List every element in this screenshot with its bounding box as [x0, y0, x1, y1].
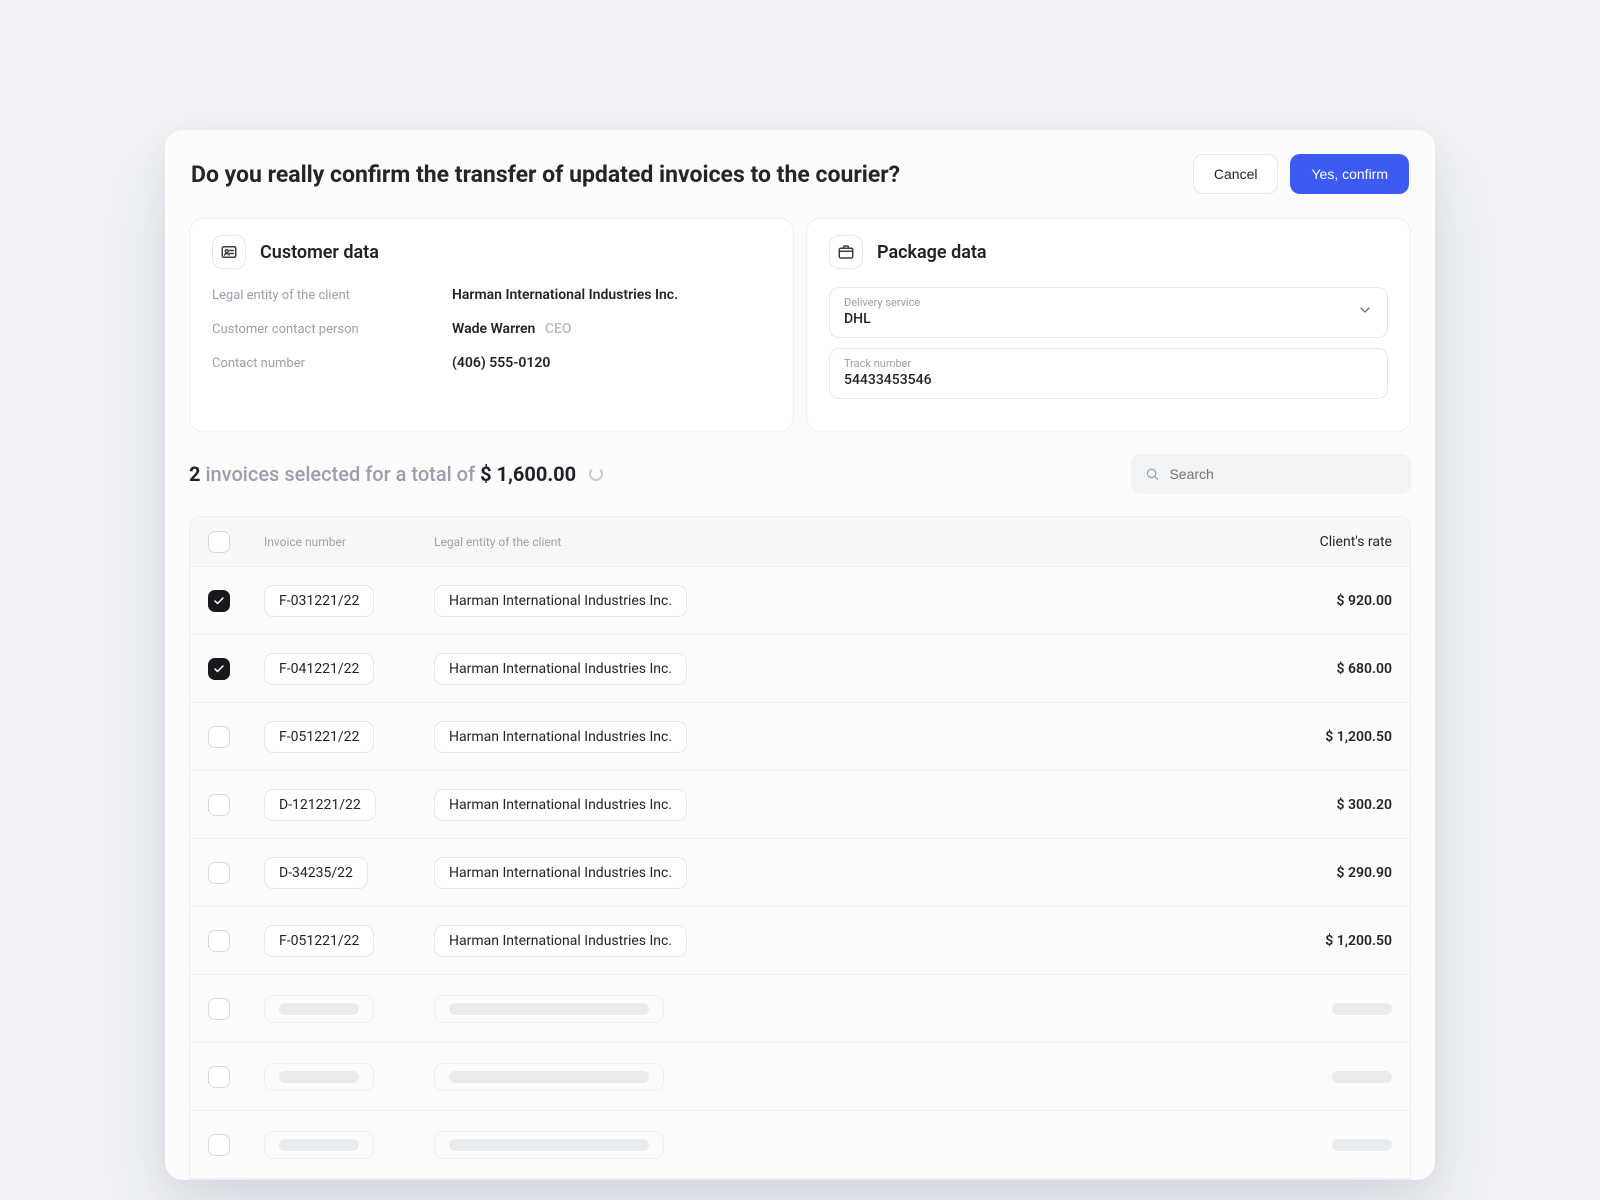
selection-summary: 2 invoices selected for a total of $ 1,6… [189, 462, 603, 486]
col-invoice-number: Invoice number [264, 535, 434, 549]
entity-badge: Harman International Industries Inc. [434, 925, 687, 957]
invoice-number-badge: F-051221/22 [264, 925, 374, 957]
table-header: Invoice number Legal entity of the clien… [190, 517, 1410, 567]
delivery-service-value: DHL [844, 311, 1357, 327]
table-row: D-34235/22 Harman International Industrie… [190, 839, 1410, 907]
row-checkbox[interactable] [208, 590, 230, 612]
legal-entity-value: Harman International Industries Inc. [452, 287, 678, 303]
entity-badge: Harman International Industries Inc. [434, 857, 687, 889]
contact-person-value: Wade Warren CEO [452, 321, 572, 337]
invoice-number-badge: F-041221/22 [264, 653, 374, 685]
skeleton-rate [1232, 1139, 1392, 1151]
client-rate: $ 290.90 [1232, 865, 1392, 881]
row-checkbox [208, 1066, 230, 1088]
row-checkbox[interactable] [208, 658, 230, 680]
delivery-service-label: Delivery service [844, 296, 1357, 309]
package-icon [829, 235, 863, 269]
search-input[interactable] [1169, 466, 1397, 482]
track-number-field[interactable]: Track number 54433453546 [829, 348, 1388, 399]
skeleton-badge [434, 1131, 664, 1159]
modal-title: Do you really confirm the transfer of up… [191, 161, 900, 188]
track-number-label: Track number [844, 357, 1373, 370]
entity-badge: Harman International Industries Inc. [434, 585, 687, 617]
legal-entity-label: Legal entity of the client [212, 288, 452, 303]
cards: Customer data Legal entity of the client… [165, 218, 1435, 432]
table-row: F-031221/22 Harman International Industri… [190, 567, 1410, 635]
loading-spinner-icon [589, 467, 603, 481]
table-row-skeleton [190, 1043, 1410, 1111]
customer-card: Customer data Legal entity of the client… [189, 218, 794, 432]
row-checkbox[interactable] [208, 726, 230, 748]
col-legal-entity: Legal entity of the client [434, 535, 1232, 549]
table-row: F-051221/22 Harman International Industri… [190, 907, 1410, 975]
skeleton-badge [264, 1131, 374, 1159]
search-box[interactable] [1131, 454, 1411, 494]
confirm-modal: Do you really confirm the transfer of up… [165, 130, 1435, 1180]
contact-number-label: Contact number [212, 356, 452, 371]
skeleton-badge [264, 995, 374, 1023]
invoice-number-badge: F-051221/22 [264, 721, 374, 753]
skeleton-badge [264, 1063, 374, 1091]
package-card: Package data Delivery service DHL Track … [806, 218, 1411, 432]
row-checkbox [208, 1134, 230, 1156]
invoice-table: Invoice number Legal entity of the clien… [189, 516, 1411, 1180]
table-row: F-041221/22 Harman International Industri… [190, 635, 1410, 703]
chevron-down-icon [1357, 302, 1373, 322]
table-row: D-121221/22 Harman International Industri… [190, 771, 1410, 839]
invoice-number-badge: D-121221/22 [264, 789, 376, 821]
entity-badge: Harman International Industries Inc. [434, 653, 687, 685]
cancel-button[interactable]: Cancel [1193, 154, 1279, 194]
delivery-service-select[interactable]: Delivery service DHL [829, 287, 1388, 338]
invoice-number-badge: F-031221/22 [264, 585, 374, 617]
customer-icon [212, 235, 246, 269]
search-icon [1145, 466, 1159, 482]
contact-person-label: Customer contact person [212, 322, 452, 337]
skeleton-badge [434, 995, 664, 1023]
customer-card-title: Customer data [260, 242, 379, 263]
client-rate: $ 1,200.50 [1232, 729, 1392, 745]
row-checkbox [208, 998, 230, 1020]
table-row-skeleton [190, 975, 1410, 1043]
client-rate: $ 680.00 [1232, 661, 1392, 677]
client-rate: $ 300.20 [1232, 797, 1392, 813]
row-checkbox[interactable] [208, 794, 230, 816]
skeleton-rate [1232, 1071, 1392, 1083]
invoice-number-badge: D-34235/22 [264, 857, 368, 889]
client-rate: $ 1,200.50 [1232, 933, 1392, 949]
entity-badge: Harman International Industries Inc. [434, 721, 687, 753]
col-client-rate: Client's rate [1232, 534, 1392, 550]
select-all-checkbox[interactable] [208, 531, 230, 553]
client-rate: $ 920.00 [1232, 593, 1392, 609]
row-checkbox[interactable] [208, 930, 230, 952]
entity-badge: Harman International Industries Inc. [434, 789, 687, 821]
track-number-value: 54433453546 [844, 372, 1373, 388]
table-row: F-051221/22 Harman International Industri… [190, 703, 1410, 771]
contact-number-value: (406) 555-0120 [452, 355, 550, 371]
package-card-title: Package data [877, 242, 987, 263]
table-row-skeleton [190, 1111, 1410, 1179]
modal-header: Do you really confirm the transfer of up… [165, 130, 1435, 218]
confirm-button[interactable]: Yes, confirm [1290, 154, 1409, 194]
row-checkbox[interactable] [208, 862, 230, 884]
skeleton-rate [1232, 1003, 1392, 1015]
table-toolbar: 2 invoices selected for a total of $ 1,6… [189, 432, 1411, 516]
modal-actions: Cancel Yes, confirm [1193, 154, 1409, 194]
skeleton-badge [434, 1063, 664, 1091]
